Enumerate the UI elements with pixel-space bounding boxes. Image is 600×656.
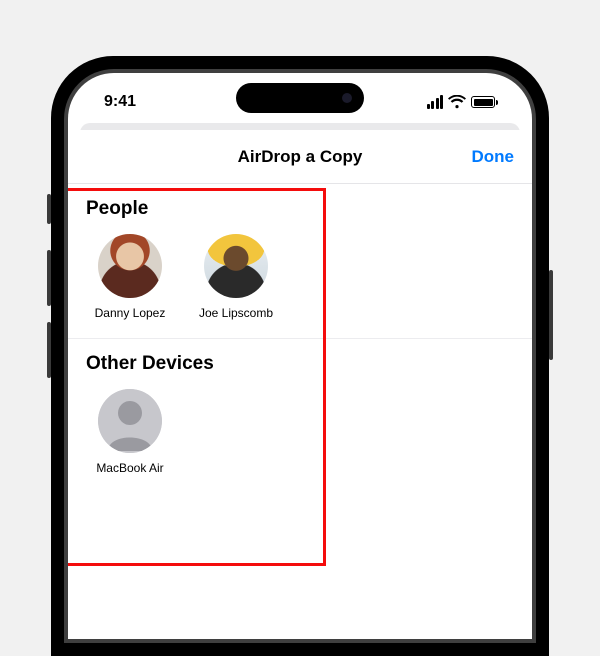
- generic-person-icon: [98, 389, 162, 453]
- airdrop-sheet: AirDrop a Copy Done People Danny Lopez: [68, 130, 532, 639]
- people-row: Danny Lopez Joe Lipscomb: [86, 234, 514, 320]
- front-camera-icon: [342, 93, 352, 103]
- avatar: [204, 234, 268, 298]
- airdrop-target-macbook-air[interactable]: MacBook Air: [86, 389, 174, 475]
- side-button-volume-down: [47, 322, 51, 378]
- devices-header: Other Devices: [86, 353, 514, 375]
- devices-section: Other Devices MacBook: [68, 339, 532, 493]
- target-label: Danny Lopez: [95, 306, 166, 320]
- sheet-header: AirDrop a Copy Done: [68, 130, 532, 184]
- phone-inner-ring: 9:41: [64, 69, 536, 643]
- wifi-icon: [448, 95, 466, 109]
- side-button-volume-up: [47, 250, 51, 306]
- avatar: [98, 234, 162, 298]
- people-header: People: [86, 198, 514, 220]
- target-label: Joe Lipscomb: [199, 306, 273, 320]
- dynamic-island: [236, 83, 364, 113]
- cellular-icon: [427, 95, 444, 109]
- side-button-power: [549, 270, 553, 360]
- iphone-frame: 9:41: [51, 56, 549, 656]
- people-section: People Danny Lopez Joe Lipscomb: [68, 184, 532, 339]
- airdrop-target-danny-lopez[interactable]: Danny Lopez: [86, 234, 174, 320]
- devices-row: MacBook Air: [86, 389, 514, 475]
- status-time: 9:41: [104, 93, 136, 111]
- sheet-title: AirDrop a Copy: [68, 147, 532, 167]
- screen: 9:41: [68, 73, 532, 639]
- target-label: MacBook Air: [96, 461, 163, 475]
- battery-icon: [471, 96, 498, 108]
- side-button-silent: [47, 194, 51, 224]
- done-button[interactable]: Done: [472, 147, 515, 167]
- status-icons: [427, 95, 499, 109]
- sheet-body: People Danny Lopez Joe Lipscomb: [68, 184, 532, 494]
- airdrop-target-joe-lipscomb[interactable]: Joe Lipscomb: [192, 234, 280, 320]
